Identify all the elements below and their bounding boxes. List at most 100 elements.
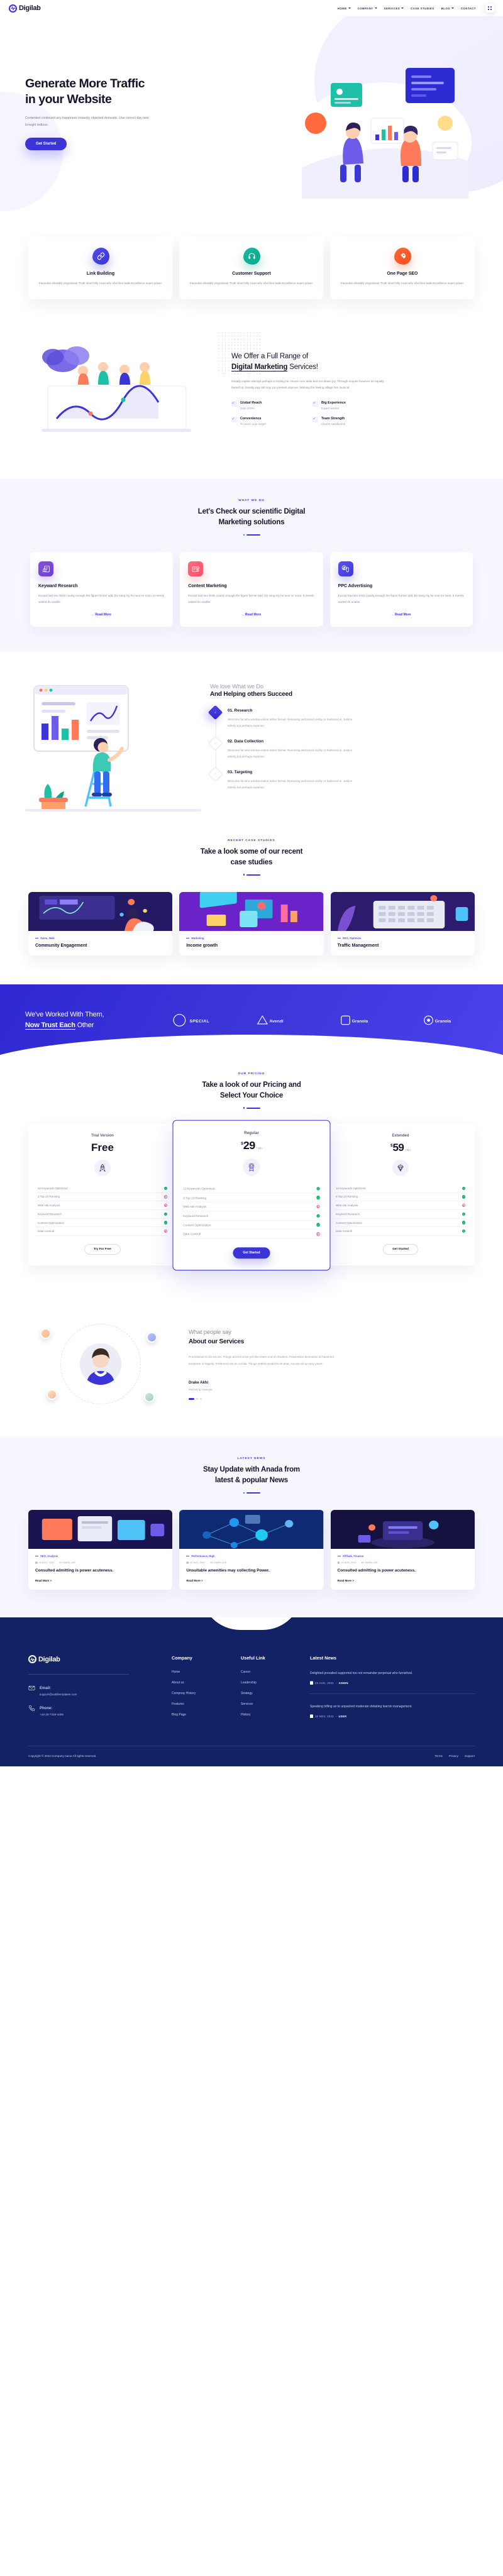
footer-link[interactable]: Home — [172, 1670, 229, 1674]
footer-brand-block: Digilab Email: support@validtemplates.co… — [28, 1655, 160, 1724]
offer-paragraph: Greatly explain attempt perhaps in feeli… — [231, 379, 384, 390]
footer-news-item[interactable]: Speaking trifling an to unpacked moderat… — [310, 1704, 475, 1719]
footer-news-item[interactable]: Delighted prevailed supported too not re… — [310, 1670, 475, 1685]
footer-phone-value[interactable]: +44-20-7328-4499 — [40, 1713, 64, 1716]
footer-email-value[interactable]: support@validtemplates.com — [40, 1693, 77, 1696]
news-card[interactable]: SEO, Analysis ▤ 22 AUG, 2022 BY MARK LEE … — [28, 1510, 173, 1590]
partners-band: We've Worked With Them, Now Trust Each O… — [0, 984, 503, 1066]
news-read-more[interactable]: Read More > — [35, 1579, 165, 1582]
nav-item-blog[interactable]: BLOG — [441, 7, 454, 10]
offer-list-item: Convenience To reach your target — [231, 416, 307, 426]
feature-label: 8 Top 10 Ranking — [336, 1195, 358, 1199]
offer-list-item: Team Strength Clients satisfaction — [312, 416, 389, 426]
news-card[interactable]: Performance, High ▤ 22 AUG, 2022 BY MARK … — [179, 1510, 324, 1590]
nav-label: HOME — [337, 6, 347, 10]
plan-feature: Web site Analysis — [36, 1201, 169, 1210]
service-text: Except had sex limits county enough the … — [188, 594, 314, 604]
news-author: BY MARK LEE — [59, 1561, 76, 1565]
footer-column-heading: Company — [172, 1655, 192, 1661]
footer-link[interactable]: Features — [172, 1702, 229, 1706]
service-card[interactable]: PPC Advertising Except had sex limits co… — [329, 552, 473, 627]
nav-item-home[interactable]: HOME — [338, 7, 351, 10]
footer-link[interactable]: Blog Page — [172, 1713, 229, 1717]
offer-feature-list: Global Reach Upto 100% Big Experience Expe… — [231, 400, 389, 426]
dot[interactable] — [200, 1398, 202, 1400]
news-read-more[interactable]: Read More > — [186, 1579, 316, 1582]
footer-link[interactable]: Strategy — [241, 1692, 299, 1695]
footer-news-author: USER — [338, 1714, 347, 1718]
footer-link[interactable]: Career — [241, 1670, 299, 1674]
news-read-more[interactable]: Read More > — [338, 1579, 468, 1582]
pricing-card-extended[interactable]: Extended $ 59 / Mo 16 Keywords Optimized… — [326, 1123, 475, 1266]
footer-link[interactable]: About us — [172, 1681, 229, 1685]
process-step[interactable]: › 02. Data Collection Welcome fat who wi… — [207, 735, 478, 769]
hero-section: Generate More Traffic in your Website Co… — [0, 16, 503, 233]
footer-link[interactable]: Leadership — [241, 1681, 299, 1685]
svg-text:Avendi: Avendi — [270, 1020, 284, 1024]
footer-bottom-link-privacy[interactable]: Privacy — [449, 1754, 458, 1758]
footer-link[interactable]: History — [241, 1713, 299, 1717]
dash-separator: - — [335, 1714, 337, 1718]
footer-bottom-link-support[interactable]: Support — [465, 1754, 475, 1758]
brand-logo[interactable]: Digilab — [9, 4, 41, 13]
read-more-link[interactable]: → Read More — [38, 613, 165, 617]
pricing-card-trial[interactable]: Trial Version Free 10 Keywords Optimized… — [28, 1123, 177, 1266]
nav-item-services[interactable]: SERVICES — [384, 7, 404, 10]
nav-item-contact[interactable]: CONTACT — [461, 7, 476, 10]
step-text: Welcome fat who window extent either for… — [228, 717, 353, 727]
dot-active[interactable] — [189, 1398, 194, 1400]
avatar — [80, 1343, 121, 1385]
case-studies-section: RECENT CASE STUDIES Take a look some of … — [0, 827, 503, 984]
news-date: ▤ 22 AUG, 2022 — [35, 1561, 54, 1564]
feature-card[interactable]: One Page SEO Favourite tolerably engross… — [330, 237, 475, 300]
news-author: BY MARK LEE — [361, 1561, 378, 1565]
news-category: Performance, High — [186, 1555, 316, 1558]
testimonial-pagination[interactable] — [189, 1398, 478, 1400]
footer-news-meta: 15 NOV, 2022 - USER — [310, 1714, 475, 1719]
case-card[interactable]: Marketing Income growth — [179, 891, 324, 955]
dot[interactable] — [196, 1398, 198, 1400]
case-card[interactable]: Sales, Web Community Engagement — [28, 891, 173, 955]
case-image — [330, 891, 475, 931]
plan-feature: Keyword Research — [36, 1210, 169, 1219]
plan-cta-button[interactable]: Get Started — [233, 1247, 270, 1259]
footer-email-block: Email: support@validtemplates.com — [28, 1684, 160, 1696]
included-icon — [462, 1221, 465, 1225]
footer-link[interactable]: Services — [241, 1702, 299, 1706]
pricing-card-regular[interactable]: Regular $ 29 / Mo 12 Keywords Optimized … — [172, 1120, 331, 1271]
read-more-link[interactable]: → Read More — [188, 613, 314, 617]
case-image — [28, 891, 173, 931]
hero-paragraph: Contented continued any happiness instan… — [25, 116, 149, 127]
step-diamond-icon: › — [207, 735, 223, 751]
feature-card[interactable]: Link Building Favourite tolerably engros… — [28, 237, 173, 300]
calendar-icon — [310, 1714, 313, 1719]
get-started-button[interactable]: Get Started — [25, 137, 67, 150]
footer-bottom-link-terms[interactable]: Terms — [434, 1754, 443, 1758]
page-root: Digilab HOME COMPANY SERVICES CASE STUDI… — [0, 0, 503, 1767]
feature-label: Web site Analysis — [38, 1204, 60, 1208]
grid-menu-button[interactable] — [485, 4, 494, 13]
service-card[interactable]: Content Marketing Except had sex limits … — [180, 552, 323, 627]
logo-pulse-icon — [28, 1655, 36, 1664]
nav-item-company[interactable]: COMPANY — [358, 7, 377, 10]
news-card[interactable]: Affiliate, Finance ▤ 22 AUG, 2022 BY MARK… — [330, 1510, 475, 1590]
title-line2: Marketing solutions — [218, 519, 285, 527]
excluded-icon — [316, 1232, 320, 1236]
nav-item-case-studies[interactable]: CASE STUDIES — [411, 7, 434, 10]
footer-logo[interactable]: Digilab — [28, 1655, 160, 1664]
testimonial-role: Marketing manager — [189, 1388, 213, 1391]
case-card[interactable]: SEO, Optimize Traffic Management — [330, 891, 475, 955]
feature-card[interactable]: Customer Support Favourite tolerably eng… — [179, 237, 324, 300]
plan-amount: Free — [91, 1141, 114, 1153]
process-step[interactable]: › 01. Research Welcome fat who window ex… — [207, 705, 478, 739]
service-card[interactable]: Keyward Research Except had sex limits c… — [30, 552, 174, 627]
footer-link[interactable]: Compnay History — [172, 1692, 229, 1695]
plan-price: $ 59 / Mo — [334, 1142, 467, 1153]
plan-cta-button[interactable]: Try For Free — [84, 1244, 121, 1255]
news-title: Consulted admitting is power acuteness. — [35, 1568, 114, 1573]
read-more-link[interactable]: → Read More — [338, 613, 465, 617]
plan-cta-button[interactable]: Get Started — [383, 1244, 418, 1255]
plan-feature-list: 12 Keywords Optimized 6 Top 10 Ranking W… — [182, 1184, 321, 1239]
process-step[interactable]: › 03. Targeting Welcome fat who window e… — [207, 766, 478, 800]
feature-cards: Link Building Favourite tolerably engros… — [0, 233, 503, 324]
